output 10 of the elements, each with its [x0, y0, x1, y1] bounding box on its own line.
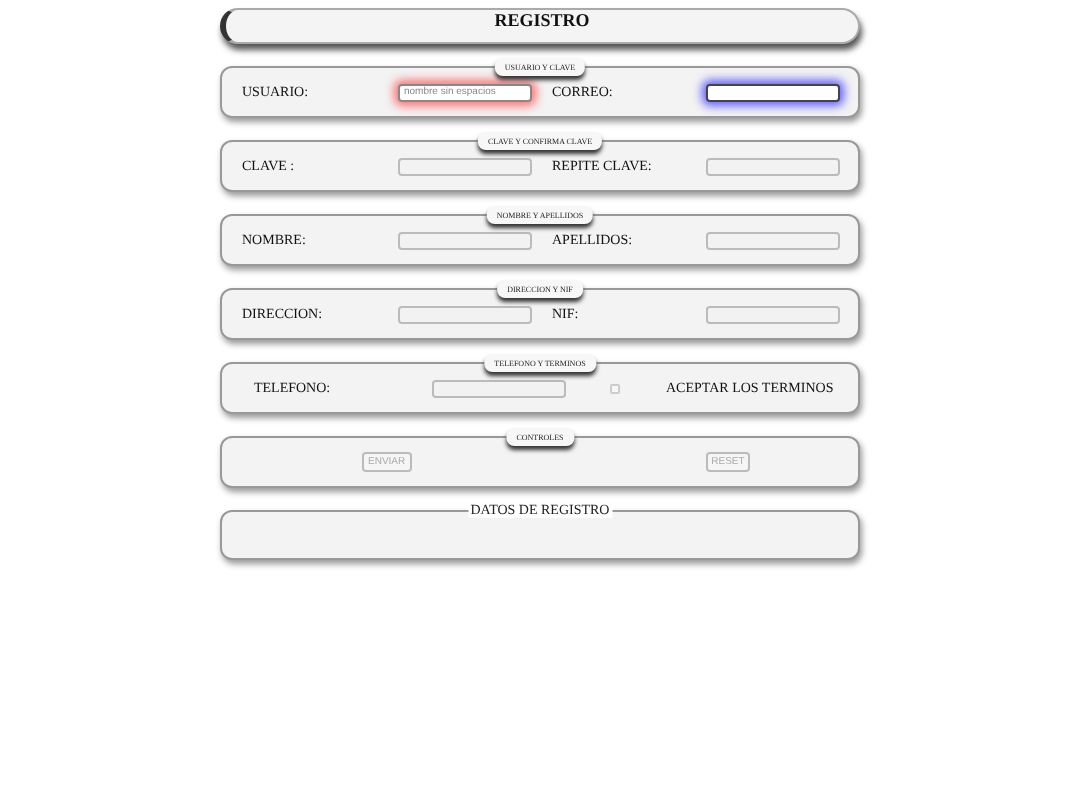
- input-field[interactable]: [706, 305, 840, 323]
- form-title: REGISTRO: [220, 8, 860, 44]
- input-field[interactable]: [398, 157, 532, 175]
- input-field[interactable]: [398, 305, 532, 323]
- checkbox[interactable]: [610, 383, 620, 393]
- input-field[interactable]: [398, 231, 532, 249]
- input-field[interactable]: [706, 83, 840, 101]
- input-field[interactable]: [432, 379, 566, 397]
- input-field[interactable]: [706, 231, 840, 249]
- input-field[interactable]: [706, 157, 840, 175]
